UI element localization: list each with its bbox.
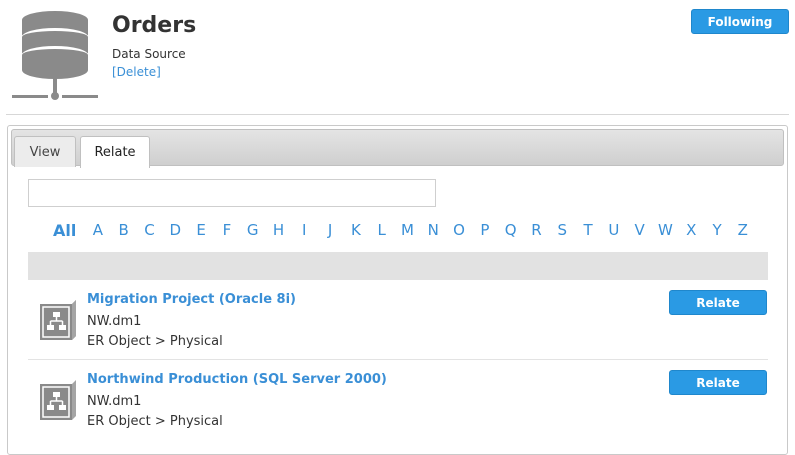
list-item: Migration Project (Oracle 8i) NW.dm1 ER …	[28, 286, 768, 366]
filter-letter-x[interactable]: X	[678, 221, 704, 239]
result-title-link[interactable]: Migration Project (Oracle 8i)	[87, 292, 296, 307]
tab-bar: View Relate	[11, 129, 784, 168]
filter-letter-f[interactable]: F	[214, 221, 240, 239]
filter-letter-e[interactable]: E	[188, 221, 214, 239]
filter-letter-i[interactable]: I	[291, 221, 317, 239]
filter-letter-t[interactable]: T	[575, 221, 601, 239]
filter-letter-s[interactable]: S	[549, 221, 575, 239]
database-network-icon	[12, 11, 98, 100]
filter-letter-l[interactable]: L	[369, 221, 395, 239]
header-divider	[6, 114, 789, 115]
filter-letter-m[interactable]: M	[395, 221, 421, 239]
filter-letter-o[interactable]: O	[446, 221, 472, 239]
result-file: NW.dm1	[87, 394, 142, 409]
tab-relate[interactable]: Relate	[80, 136, 150, 168]
result-file: NW.dm1	[87, 314, 142, 329]
er-diagram-icon	[40, 300, 76, 340]
result-divider	[28, 359, 768, 360]
filter-letter-w[interactable]: W	[653, 221, 679, 239]
result-type: ER Object > Physical	[87, 334, 223, 349]
following-button[interactable]: Following	[691, 9, 789, 34]
result-type: ER Object > Physical	[87, 414, 223, 429]
filter-letter-c[interactable]: C	[137, 221, 163, 239]
alphabet-filter: All A B C D E F G H I J K L M N O P Q R …	[52, 219, 756, 241]
filter-letter-j[interactable]: J	[317, 221, 343, 239]
filter-letter-g[interactable]: G	[240, 221, 266, 239]
page-header: Orders Data Source [Delete] Following	[0, 0, 795, 115]
list-item: Northwind Production (SQL Server 2000) N…	[28, 366, 768, 446]
filter-letter-y[interactable]: Y	[704, 221, 730, 239]
object-type-label: Data Source	[112, 47, 186, 61]
filter-letter-v[interactable]: V	[627, 221, 653, 239]
page-title: Orders	[112, 13, 197, 38]
result-title-link[interactable]: Northwind Production (SQL Server 2000)	[87, 372, 387, 387]
relate-button[interactable]: Relate	[669, 290, 767, 315]
filter-letter-u[interactable]: U	[601, 221, 627, 239]
filter-letter-a[interactable]: A	[85, 221, 111, 239]
filter-all[interactable]: All	[52, 221, 85, 240]
filter-letter-b[interactable]: B	[111, 221, 137, 239]
filter-letter-h[interactable]: H	[266, 221, 292, 239]
delete-link[interactable]: [Delete]	[112, 65, 161, 79]
relate-panel: View Relate All A B C D E F G H I J K L …	[7, 125, 788, 455]
results-header-bar	[28, 252, 768, 280]
relate-button[interactable]: Relate	[669, 370, 767, 395]
filter-letter-d[interactable]: D	[162, 221, 188, 239]
filter-letter-z[interactable]: Z	[730, 221, 756, 239]
filter-letter-n[interactable]: N	[420, 221, 446, 239]
filter-letter-r[interactable]: R	[524, 221, 550, 239]
filter-letter-k[interactable]: K	[343, 221, 369, 239]
search-input[interactable]	[28, 179, 436, 207]
tab-view[interactable]: View	[14, 136, 76, 167]
filter-letter-q[interactable]: Q	[498, 221, 524, 239]
filter-letter-p[interactable]: P	[472, 221, 498, 239]
er-diagram-icon	[40, 380, 76, 420]
